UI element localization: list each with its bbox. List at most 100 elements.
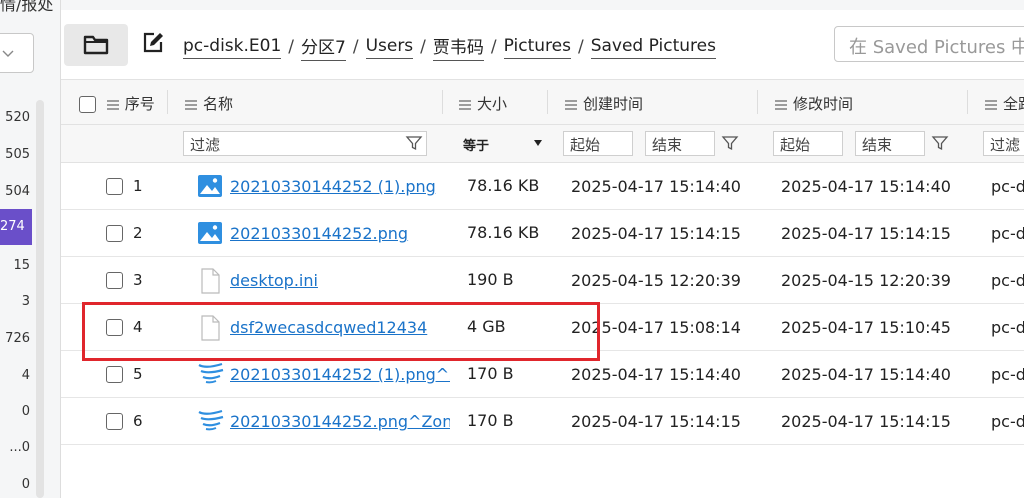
column-menu-icon (459, 99, 471, 110)
select-all-checkbox[interactable] (79, 96, 96, 113)
column-name[interactable]: 名称 (185, 93, 233, 114)
table-row[interactable]: 4 dsf2wecasdcqwed12434 4 GB 2025-04-17 1… (61, 304, 1024, 351)
row-index: 5 (133, 365, 143, 383)
breadcrumb-separator: / (352, 37, 359, 57)
created-time: 2025-04-17 15:14:15 (571, 224, 741, 243)
created-time: 2025-04-17 15:14:15 (571, 412, 741, 431)
left-count: 15 (13, 258, 30, 273)
full-path: pc-d (991, 271, 1024, 290)
column-menu-icon (106, 99, 119, 110)
filter-icon[interactable] (931, 134, 949, 152)
column-modified[interactable]: 修改时间 (775, 93, 853, 114)
column-created[interactable]: 创建时间 (565, 93, 643, 114)
row-index: 3 (133, 271, 143, 289)
breadcrumb-item[interactable]: Users (365, 36, 414, 59)
column-label: 大小 (477, 95, 508, 113)
folder-button[interactable] (64, 24, 128, 66)
table-row[interactable]: 1 20210330144252 (1).png 78.16 KB 2025-0… (61, 163, 1024, 210)
modified-time: 2025-04-17 15:14:40 (781, 365, 951, 384)
left-panel-title: 情/报处 (0, 0, 54, 14)
table-row[interactable]: 6 20210330144252.png^Zone.Identifier 170… (61, 398, 1024, 445)
modified-end-input[interactable]: 结束 (855, 131, 925, 156)
created-start-input[interactable]: 起始 (563, 131, 633, 156)
row-checkbox[interactable] (106, 413, 123, 430)
breadcrumb-item[interactable]: Pictures (503, 36, 571, 59)
column-label: 修改时间 (793, 95, 854, 113)
column-divider[interactable] (442, 90, 443, 114)
filter-icon[interactable] (405, 134, 423, 152)
name-filter-input[interactable]: 过滤 (183, 131, 427, 156)
row-index: 6 (133, 412, 143, 430)
left-count: ...0 (9, 440, 30, 455)
full-path: pc-d (991, 177, 1024, 196)
left-count: 0 (21, 404, 30, 419)
file-size: 4 GB (467, 317, 506, 336)
table-row[interactable]: 2 20210330144252.png 78.16 KB 2025-04-17… (61, 210, 1024, 257)
file-size: 190 B (467, 270, 514, 289)
left-scrollbar[interactable] (36, 100, 44, 498)
file-name-link[interactable]: desktop.ini (230, 271, 450, 290)
breadcrumb-separator: / (288, 37, 294, 57)
file-name-link[interactable]: 20210330144252.png (230, 224, 450, 243)
file-name-link[interactable]: 20210330144252.png^Zone.Identifier (230, 412, 450, 431)
breadcrumb: pc-disk.E01 / 分区7 / Users / 贾韦码 / Pictur… (183, 33, 716, 61)
file-size: 170 B (467, 411, 514, 430)
file-name-link[interactable]: 20210330144252 (1).png^Zone.Identifier (230, 365, 450, 384)
created-time: 2025-04-17 15:14:40 (571, 177, 741, 196)
breadcrumb-separator: / (490, 37, 497, 57)
app-root: 情/报处 520 505 504 274 15 3 726 4 0 ...0 0 (0, 0, 1024, 498)
created-end-input[interactable]: 结束 (645, 131, 715, 156)
file-name-link[interactable]: dsf2wecasdcqwed12434 (230, 318, 450, 337)
column-divider[interactable] (167, 90, 168, 114)
edit-icon[interactable] (141, 31, 165, 55)
search-input[interactable]: 在 Saved Pictures 中 (834, 26, 1024, 62)
column-menu-icon (985, 99, 997, 110)
row-index: 1 (133, 177, 143, 195)
column-divider[interactable] (757, 90, 758, 114)
file-icon (201, 315, 220, 341)
column-index[interactable]: 序号 (79, 93, 155, 114)
image-icon (198, 175, 222, 197)
column-label: 序号 (124, 95, 155, 113)
left-count: 504 (5, 184, 30, 199)
top-strip (61, 0, 1024, 10)
left-count-selected[interactable]: 274 (0, 209, 32, 245)
path-bar: pc-disk.E01 / 分区7 / Users / 贾韦码 / Pictur… (61, 22, 1024, 68)
full-path: pc-d (991, 412, 1024, 431)
breadcrumb-item[interactable]: pc-disk.E01 (183, 36, 282, 59)
fullpath-filter-input[interactable]: 过滤 (983, 131, 1024, 156)
table-row[interactable]: 3 desktop.ini 190 B 2025-04-15 12:20:39 … (61, 257, 1024, 304)
filter-row: 过滤 等于 起始 结束 起始 结束 过滤 (61, 125, 1024, 163)
size-operator-select[interactable]: 等于 (463, 135, 489, 154)
column-label: 全路 (1003, 95, 1024, 113)
modified-time: 2025-04-17 15:14:15 (781, 224, 951, 243)
row-checkbox[interactable] (106, 366, 123, 383)
caret-down-icon[interactable] (533, 138, 543, 148)
breadcrumb-item[interactable]: 分区7 (301, 33, 346, 61)
file-icon (201, 268, 220, 294)
column-size[interactable]: 大小 (459, 93, 507, 114)
row-checkbox[interactable] (106, 319, 123, 336)
stream-icon (198, 409, 224, 431)
left-count: 505 (5, 147, 30, 162)
breadcrumb-item[interactable]: Saved Pictures (590, 36, 716, 59)
modified-time: 2025-04-17 15:14:15 (781, 412, 951, 431)
left-count: 0 (21, 477, 30, 492)
modified-start-input[interactable]: 起始 (773, 131, 843, 156)
left-dropdown[interactable] (0, 33, 34, 73)
stream-icon (198, 362, 224, 384)
column-fullpath[interactable]: 全路 (985, 93, 1024, 114)
row-index: 2 (133, 224, 143, 242)
row-checkbox[interactable] (106, 272, 123, 289)
column-divider[interactable] (547, 90, 548, 114)
left-count: 520 (5, 110, 30, 125)
filter-icon[interactable] (721, 134, 739, 152)
breadcrumb-item[interactable]: 贾韦码 (432, 33, 484, 61)
file-name-link[interactable]: 20210330144252 (1).png (230, 177, 450, 196)
row-checkbox[interactable] (106, 225, 123, 242)
left-count: 4 (21, 368, 30, 383)
file-size: 170 B (467, 364, 514, 383)
column-divider[interactable] (967, 90, 968, 114)
row-checkbox[interactable] (106, 178, 123, 195)
table-row[interactable]: 5 20210330144252 (1).png^Zone.Identifier… (61, 351, 1024, 398)
